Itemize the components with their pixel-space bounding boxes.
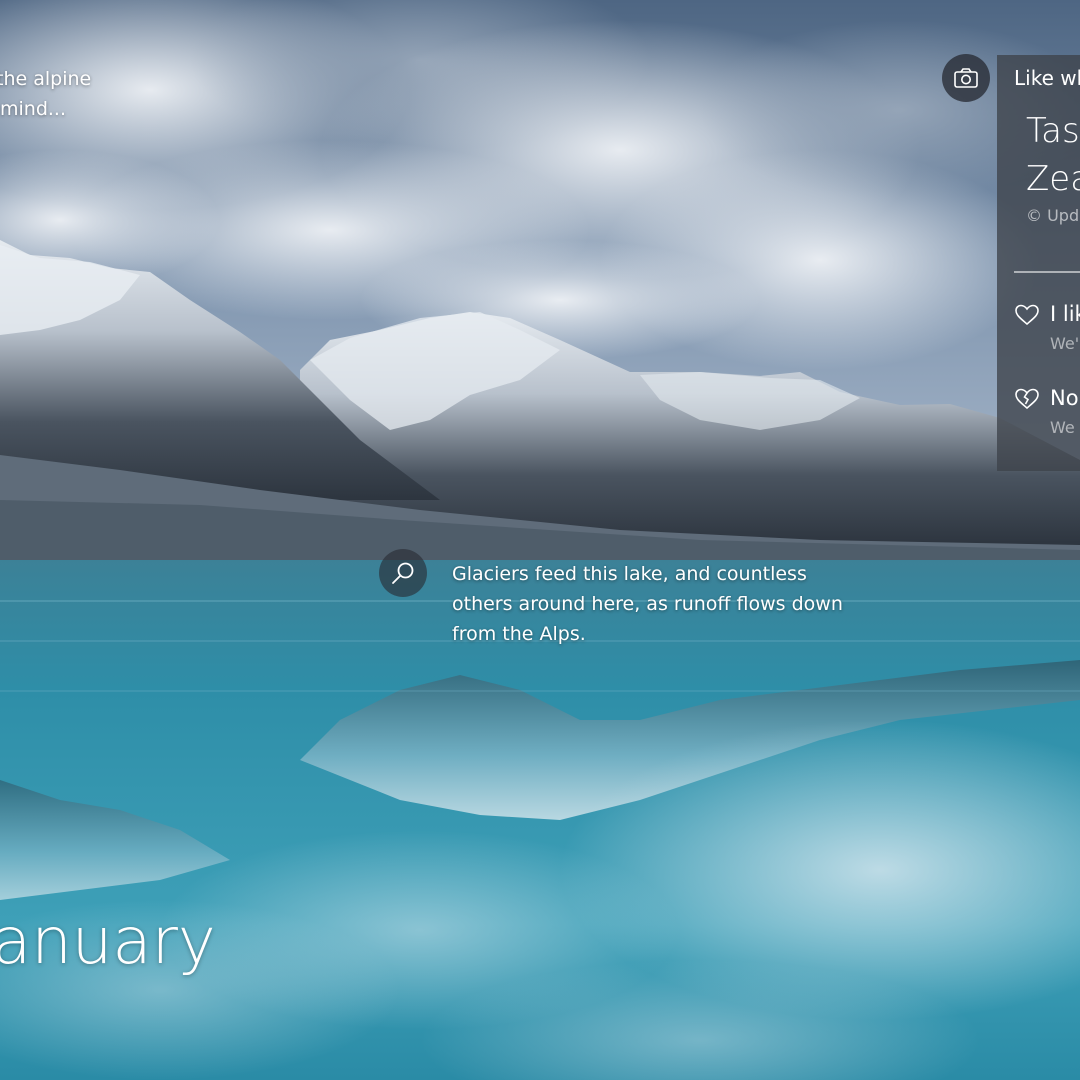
hotspot-caption: Glaciers feed this lake, and countless o… [452,559,882,649]
hotspot-line-1: Glaciers feed this lake, and countless [452,563,807,585]
hotspot-line-2: others around here, as runoff flows down [452,593,843,615]
dislike-option-label: No [1050,386,1079,410]
image-credit: © Upd [1026,206,1080,225]
like-option[interactable]: I lik We' [1014,299,1080,359]
camera-button[interactable] [942,54,990,102]
search-icon [392,562,414,584]
dislike-option-sublabel: We [1050,418,1075,437]
caption-line-2: mind... [0,98,67,120]
lock-screen-date: anuary [0,905,216,979]
like-option-label: I lik [1050,302,1080,326]
like-option-sublabel: We' [1050,334,1080,353]
panel-divider [1014,271,1080,273]
search-hotspot-button[interactable] [379,549,427,597]
title-line-2: Zea [1026,159,1080,199]
camera-icon [954,68,978,88]
broken-heart-icon [1015,388,1039,410]
hotspot-line-3: from the Alps. [452,623,586,645]
wallpaper-caption: the alpine mind... [0,64,136,124]
dislike-option[interactable]: No We [1014,383,1080,443]
panel-heading: Like wh [1014,66,1080,90]
lock-screen: the alpine mind... Like wh Tasr Zea © Up… [0,0,1080,1080]
title-line-1: Tasr [1026,111,1080,151]
caption-line-1: the alpine [0,68,92,90]
heart-icon [1015,304,1039,326]
spotlight-info-panel: Like wh Tasr Zea © Upd I lik We' No We [997,55,1080,471]
image-location-title: Tasr Zea [1026,107,1080,203]
